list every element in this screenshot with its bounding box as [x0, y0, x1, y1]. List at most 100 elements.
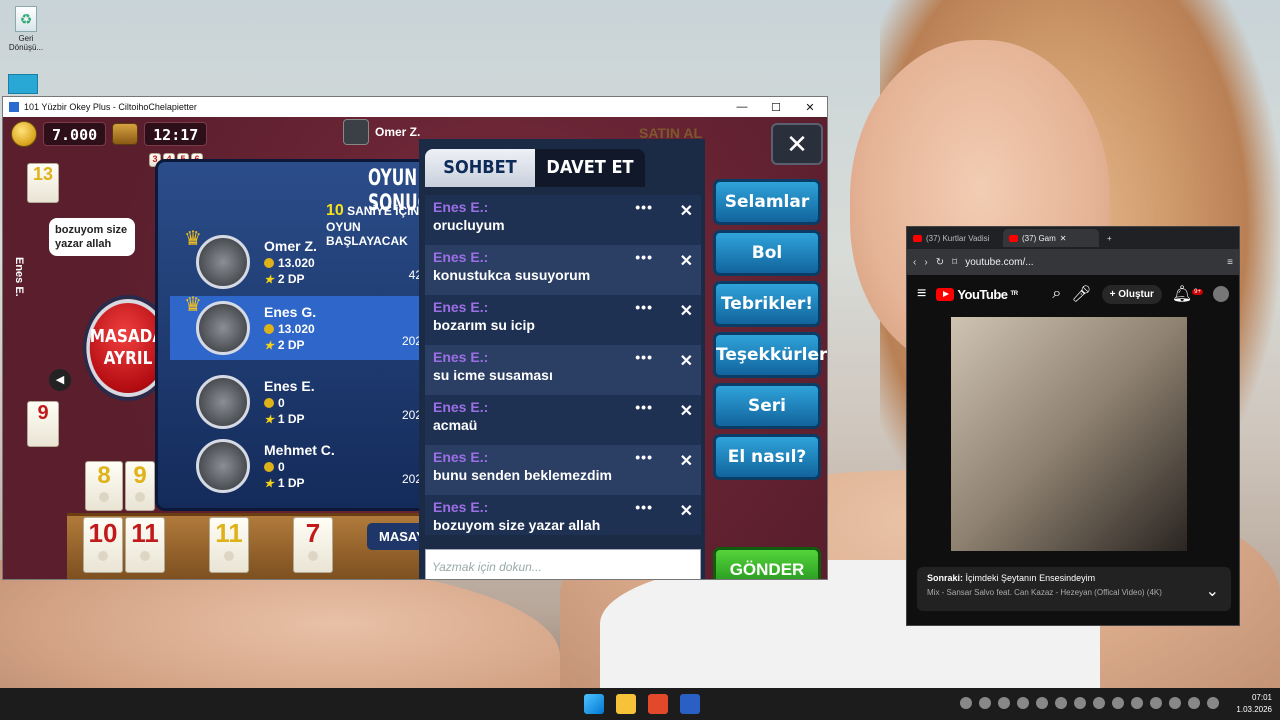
- chat-messages[interactable]: Enes E.: orucluyum ••• ✕ Enes E.: konustukca…: [425, 195, 701, 535]
- file-explorer-icon[interactable]: [616, 694, 636, 714]
- message-text: orucluyum: [433, 217, 505, 233]
- message-author: Enes E.:: [433, 199, 489, 215]
- avatar: [196, 375, 250, 429]
- start-icon[interactable]: [584, 694, 604, 714]
- taskbar: 07:01 1.03.2026: [0, 688, 1280, 720]
- delete-icon[interactable]: ✕: [680, 401, 693, 421]
- back-icon[interactable]: ‹: [913, 257, 916, 268]
- tab-sohbet[interactable]: SOHBET: [425, 149, 535, 187]
- rack-tile[interactable]: 11: [209, 517, 249, 573]
- minimize-button[interactable]: —: [725, 101, 759, 114]
- coin-icon: [11, 121, 37, 147]
- more-icon[interactable]: •••: [635, 449, 653, 465]
- system-tray[interactable]: [960, 697, 1219, 709]
- rack-tile[interactable]: 10: [83, 517, 123, 573]
- quick-reply-button[interactable]: Tebrikler!: [713, 281, 821, 327]
- sound-icon[interactable]: ◀: [49, 369, 71, 391]
- quick-reply-button[interactable]: Bol şanslar!: [713, 230, 821, 303]
- new-tab-button[interactable]: +: [1107, 234, 1112, 243]
- create-button[interactable]: + Oluştur: [1101, 284, 1162, 304]
- delete-icon[interactable]: ✕: [680, 301, 693, 321]
- send-button[interactable]: GÖNDER: [713, 547, 821, 579]
- message-author: Enes E.:: [433, 499, 489, 515]
- side-player-name: Enes E.: [13, 257, 25, 297]
- mic-icon[interactable]: 🎤︎: [1071, 284, 1091, 304]
- clock[interactable]: 07:01 1.03.2026: [1236, 692, 1272, 716]
- avatar[interactable]: [1213, 286, 1229, 302]
- quick-reply-button[interactable]: Seri lütfen!: [713, 383, 821, 456]
- up-next-panel[interactable]: Sonraki: İçimdeki Şeytanın Ensesindeyim …: [917, 567, 1231, 611]
- rack-tile[interactable]: 9: [125, 461, 155, 511]
- video-player[interactable]: [951, 317, 1187, 551]
- chevron-down-icon[interactable]: ⌄: [1206, 581, 1219, 601]
- more-icon[interactable]: •••: [635, 199, 653, 215]
- star-icon: ★: [264, 339, 274, 352]
- recycle-bin-icon: ♻: [15, 6, 37, 32]
- message-text: bunu senden beklemezdim: [433, 467, 612, 483]
- more-icon[interactable]: •••: [635, 249, 653, 265]
- crown-icon: ♛: [184, 294, 202, 316]
- message-author: Enes E.:: [433, 299, 489, 315]
- bell-icon[interactable]: 🔔︎ 9+: [1172, 284, 1203, 304]
- delete-icon[interactable]: ✕: [680, 451, 693, 471]
- player-dp: 2 DP: [277, 272, 305, 286]
- chat-message: Enes E.: orucluyum ••• ✕: [425, 195, 701, 245]
- delete-icon[interactable]: ✕: [680, 201, 693, 221]
- window-title: 101 Yüzbir Okey Plus - CiltoihoChelapiet…: [24, 102, 197, 112]
- avatar: [196, 235, 250, 289]
- player-dp: 1 DP: [277, 412, 305, 426]
- coin-icon: [264, 258, 274, 268]
- coin-icon: [264, 398, 274, 408]
- chest-icon[interactable]: [112, 123, 139, 145]
- player-name: Enes G.: [264, 304, 317, 320]
- bookmark-icon[interactable]: ⌑: [952, 257, 957, 268]
- player-dp: 1 DP: [277, 476, 305, 490]
- player-row: Enes E. 0 ★ 1 DP 202: [170, 370, 440, 434]
- clock-time: 07:01: [1251, 693, 1272, 702]
- game-clock: 12:17: [144, 122, 208, 146]
- speech-bubble: bozuyom size yazar allah: [49, 218, 135, 256]
- quick-reply-button[interactable]: Teşekkürler: [713, 332, 827, 378]
- opponent-name: Omer Z.: [375, 125, 421, 139]
- delete-icon[interactable]: ✕: [680, 501, 693, 521]
- forward-icon[interactable]: ›: [924, 257, 927, 268]
- opponent-top: Omer Z.: [343, 119, 420, 145]
- youtube-logo[interactable]: YouTube TR: [936, 287, 1018, 302]
- browser-tab-active[interactable]: (37) Gam ✕: [1003, 229, 1099, 247]
- player-coins: 0: [278, 396, 285, 410]
- clock-date: 1.03.2026: [1236, 705, 1272, 714]
- more-icon[interactable]: •••: [635, 399, 653, 415]
- more-icon[interactable]: •••: [635, 349, 653, 365]
- more-icon[interactable]: •••: [635, 299, 653, 315]
- player-name: Enes E.: [264, 378, 315, 394]
- reload-icon[interactable]: ↻: [936, 257, 944, 268]
- chat-message: Enes E.: acmaü ••• ✕: [425, 395, 701, 445]
- close-chat-button[interactable]: ✕: [771, 123, 823, 165]
- browser-tab[interactable]: (37) Kurtlar Vadisi: [907, 229, 1003, 247]
- discard-tile[interactable]: 9: [27, 401, 59, 447]
- more-icon[interactable]: •••: [635, 499, 653, 515]
- avatar: [196, 439, 250, 493]
- desktop-shortcut-icon[interactable]: [8, 74, 38, 94]
- close-window-button[interactable]: ✕: [793, 101, 827, 114]
- quick-reply-button[interactable]: El nasıl?: [713, 434, 821, 480]
- game-window-titlebar[interactable]: 101 Yüzbir Okey Plus - CiltoihoChelapiet…: [3, 97, 827, 117]
- delete-icon[interactable]: ✕: [680, 251, 693, 271]
- hamburger-icon[interactable]: ≡: [917, 285, 926, 303]
- tab-davet-et[interactable]: DAVET ET: [535, 149, 645, 187]
- game-canvas: 7.000 12:17 Omer Z. SATIN AL 13 3 4 5 6 …: [3, 117, 827, 579]
- recycle-bin-shortcut[interactable]: ♻ Geri Dönüşü...: [8, 6, 44, 52]
- quick-reply-button[interactable]: Selamlar: [713, 179, 821, 225]
- menu-icon[interactable]: ≡: [1227, 257, 1233, 268]
- rack-tile[interactable]: 8: [85, 461, 123, 511]
- search-icon[interactable]: ⌕: [1052, 285, 1061, 303]
- address-bar[interactable]: youtube.com/...: [965, 257, 1061, 268]
- okey-game-icon[interactable]: [680, 694, 700, 714]
- delete-icon[interactable]: ✕: [680, 351, 693, 371]
- rack-tile[interactable]: 11: [125, 517, 165, 573]
- chat-input[interactable]: Yazmak için dokun...: [425, 549, 701, 579]
- recycle-bin-label: Geri Dönüşü...: [8, 34, 44, 52]
- brave-browser-icon[interactable]: [648, 694, 668, 714]
- maximize-button[interactable]: ☐: [759, 101, 793, 114]
- rack-tile[interactable]: 7: [293, 517, 333, 573]
